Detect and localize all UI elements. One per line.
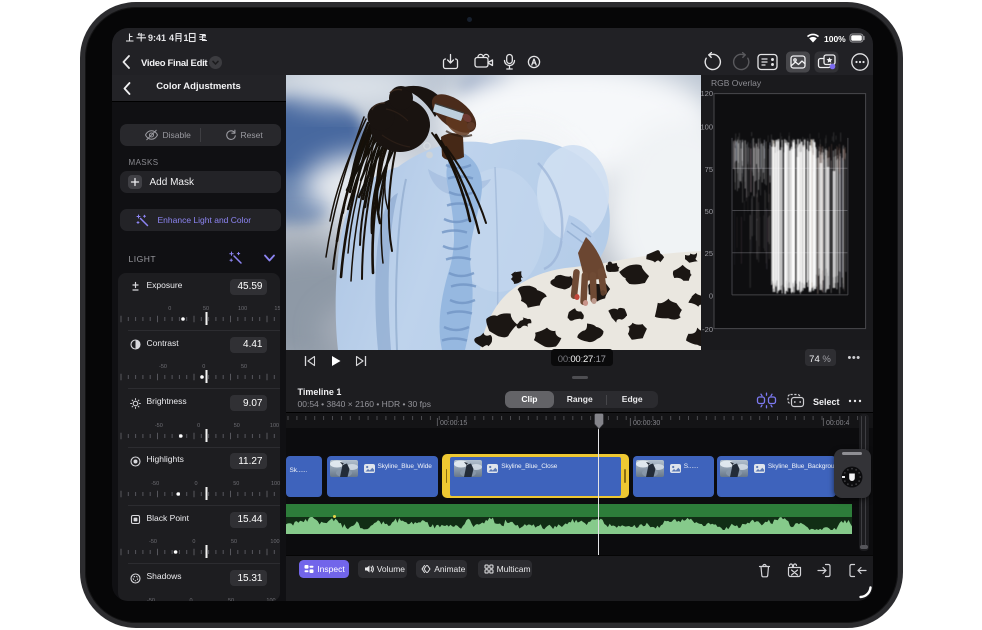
svg-text:00:00:4: 00:00:4 (826, 420, 849, 427)
svg-text:0: 0 (192, 539, 195, 545)
svg-text:50: 50 (227, 598, 233, 601)
svg-text:00:00:15: 00:00:15 (440, 420, 467, 427)
svg-text:-50: -50 (147, 598, 155, 601)
svg-text:-50: -50 (149, 539, 157, 545)
svg-text:9:41: 9:41 (148, 33, 166, 43)
svg-text:100: 100 (270, 539, 279, 545)
svg-text:100%: 100% (824, 34, 846, 44)
svg-text:-50: -50 (159, 364, 167, 370)
svg-text:RGB Overlay: RGB Overlay (711, 78, 762, 88)
svg-text:120: 120 (701, 89, 713, 98)
svg-text:4: 4 (169, 33, 174, 43)
svg-text:0: 0 (202, 364, 205, 370)
svg-text:-50: -50 (151, 481, 159, 487)
svg-text:0: 0 (708, 291, 712, 300)
svg-text:-20: -20 (702, 325, 713, 334)
svg-text:-50: -50 (154, 423, 162, 429)
svg-text:00:00:30: 00:00:30 (633, 420, 660, 427)
svg-text:50: 50 (230, 539, 236, 545)
svg-text:1: 1 (183, 33, 188, 43)
svg-text:100: 100 (266, 598, 275, 601)
svg-text:0: 0 (197, 423, 200, 429)
svg-text:50: 50 (202, 306, 208, 312)
svg-text:50: 50 (233, 423, 239, 429)
svg-text:Select: Select (813, 397, 840, 407)
svg-text:100: 100 (238, 306, 247, 312)
svg-text:100: 100 (701, 122, 713, 131)
svg-text:50: 50 (240, 364, 246, 370)
svg-text:50: 50 (233, 481, 239, 487)
svg-text:0: 0 (168, 306, 171, 312)
svg-text:0: 0 (189, 598, 192, 601)
svg-text:Video Final Edit: Video Final Edit (141, 58, 208, 69)
svg-text:150: 150 (274, 306, 280, 312)
svg-text:100: 100 (271, 481, 280, 487)
svg-text:25: 25 (704, 249, 712, 258)
svg-text:75: 75 (704, 164, 712, 173)
svg-text:100: 100 (269, 423, 278, 429)
svg-text:50: 50 (704, 207, 712, 216)
svg-text:0: 0 (194, 481, 197, 487)
